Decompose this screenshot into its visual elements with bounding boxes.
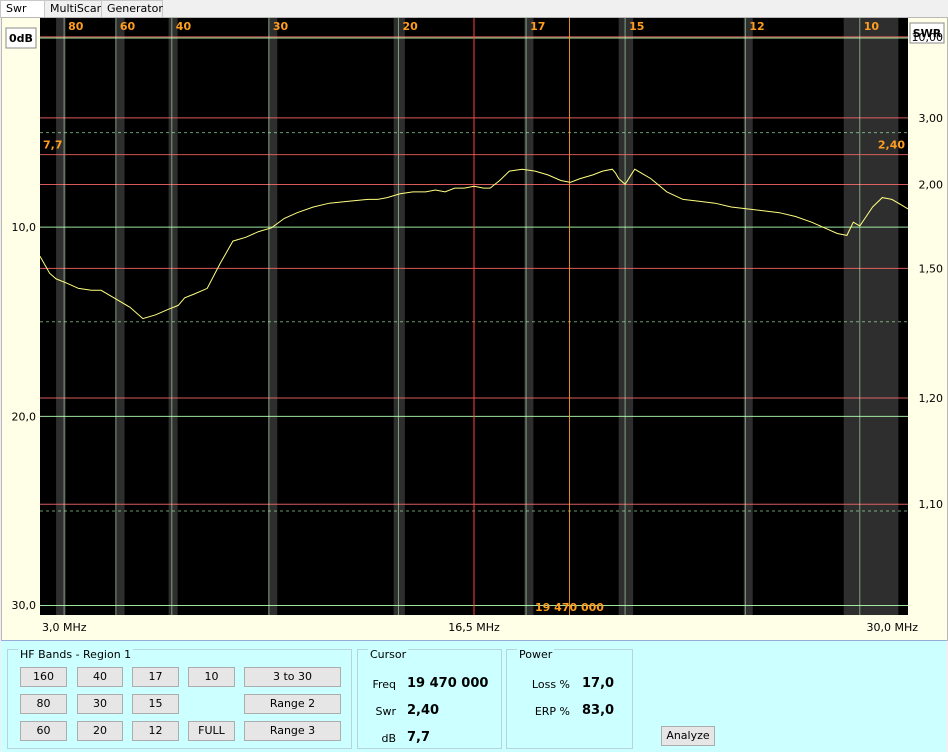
band-marker-label: 10 <box>864 20 880 33</box>
cursor-freq-value: 19 470 000 <box>407 676 489 691</box>
range-button-3-to-30[interactable]: 3 to 30 <box>244 667 341 687</box>
power-group: Power Loss % 17,0 ERP % 83,0 <box>506 648 633 749</box>
left-tick-label: 10,0 <box>12 221 37 234</box>
left-tick-label: 20,0 <box>12 410 37 423</box>
band-marker-label: 15 <box>629 20 644 33</box>
band-marker-label: 60 <box>120 20 136 33</box>
tab-multiscan[interactable]: MultiScan <box>44 0 104 17</box>
right-tick-label: 3,00 <box>919 112 944 125</box>
band-button-full[interactable]: FULL <box>188 721 235 741</box>
tab-strip: Swr MultiScan Generator <box>0 0 948 18</box>
band-button-20[interactable]: 20 <box>77 721 123 741</box>
chart-panel: 80 60 40 30 20 17 15 12 10 0dB SWR 10,0 20,0 30,0 10,0… <box>1 17 948 641</box>
band-shade <box>268 18 278 615</box>
band-shade <box>843 18 899 615</box>
tab-generator[interactable]: Generator <box>101 0 163 17</box>
band-shade <box>168 18 178 615</box>
band-button-10[interactable]: 10 <box>188 667 235 687</box>
right-tick-label: 1,50 <box>919 262 944 275</box>
band-button-160[interactable]: 160 <box>20 667 67 687</box>
cursor-db-marker: 7,7 <box>43 139 63 152</box>
cursor-swr-marker: 2,40 <box>878 139 905 152</box>
right-tick-label: 2,00 <box>919 178 944 191</box>
cursor-swr-label: Swr <box>375 705 396 718</box>
cursor-freq-label: Freq <box>372 678 396 691</box>
power-erp-label: ERP % <box>534 705 570 718</box>
cursor-db-value: 7,7 <box>407 730 431 745</box>
swr-chart[interactable]: 80 60 40 30 20 17 15 12 100dB SWR10,020,030,010,0… <box>2 18 947 640</box>
power-title: Power <box>517 648 555 661</box>
x-tick-label: 30,0 MHz <box>866 621 918 634</box>
hf-bands-title: HF Bands - Region 1 <box>18 648 134 661</box>
band-marker-label: 30 <box>273 20 289 33</box>
cursor-swr-value: 2,40 <box>407 703 440 718</box>
band-marker-label: 80 <box>68 20 84 33</box>
x-tick-label: 16,5 MHz <box>448 621 500 634</box>
cursor-db-label: dB <box>381 732 396 745</box>
range-button-2[interactable]: Range 2 <box>244 694 341 714</box>
band-shade <box>393 18 405 615</box>
power-loss-label: Loss % <box>531 678 570 691</box>
band-button-17[interactable]: 17 <box>132 667 179 687</box>
band-marker-label: 17 <box>530 20 545 33</box>
band-marker-label: 12 <box>749 20 764 33</box>
band-shade <box>115 18 125 615</box>
hf-bands-group: HF Bands - Region 1 160 40 17 10 3 to 30… <box>7 648 352 749</box>
left-axis-title: 0dB <box>9 32 33 45</box>
analyze-button[interactable]: Analyze <box>661 726 715 746</box>
band-button-12[interactable]: 12 <box>132 721 179 741</box>
tab-swr[interactable]: Swr <box>0 0 48 18</box>
band-button-60[interactable]: 60 <box>20 721 67 741</box>
range-button-3[interactable]: Range 3 <box>244 721 341 741</box>
right-tick-label: 10,00 <box>912 31 944 44</box>
band-marker-label: 20 <box>402 20 418 33</box>
power-loss-value: 17,0 <box>582 676 615 691</box>
control-panel: HF Bands - Region 1 160 40 17 10 3 to 30… <box>1 640 946 752</box>
right-tick-label: 1,10 <box>919 498 944 511</box>
band-button-80[interactable]: 80 <box>20 694 67 714</box>
right-tick-label: 1,20 <box>919 392 944 405</box>
band-button-15[interactable]: 15 <box>132 694 179 714</box>
cursor-frequency-marker: 19 470 000 <box>535 601 604 614</box>
band-marker-label: 40 <box>176 20 192 33</box>
cursor-title: Cursor <box>368 648 409 661</box>
power-erp-value: 83,0 <box>582 703 615 718</box>
band-shade <box>618 18 634 615</box>
band-button-30[interactable]: 30 <box>77 694 123 714</box>
x-tick-label: 3,0 MHz <box>42 621 87 634</box>
band-button-40[interactable]: 40 <box>77 667 123 687</box>
cursor-group: Cursor Freq 19 470 000 Swr 2,40 dB 7,7 <box>357 648 502 749</box>
left-tick-label: 30,0 <box>12 599 37 612</box>
